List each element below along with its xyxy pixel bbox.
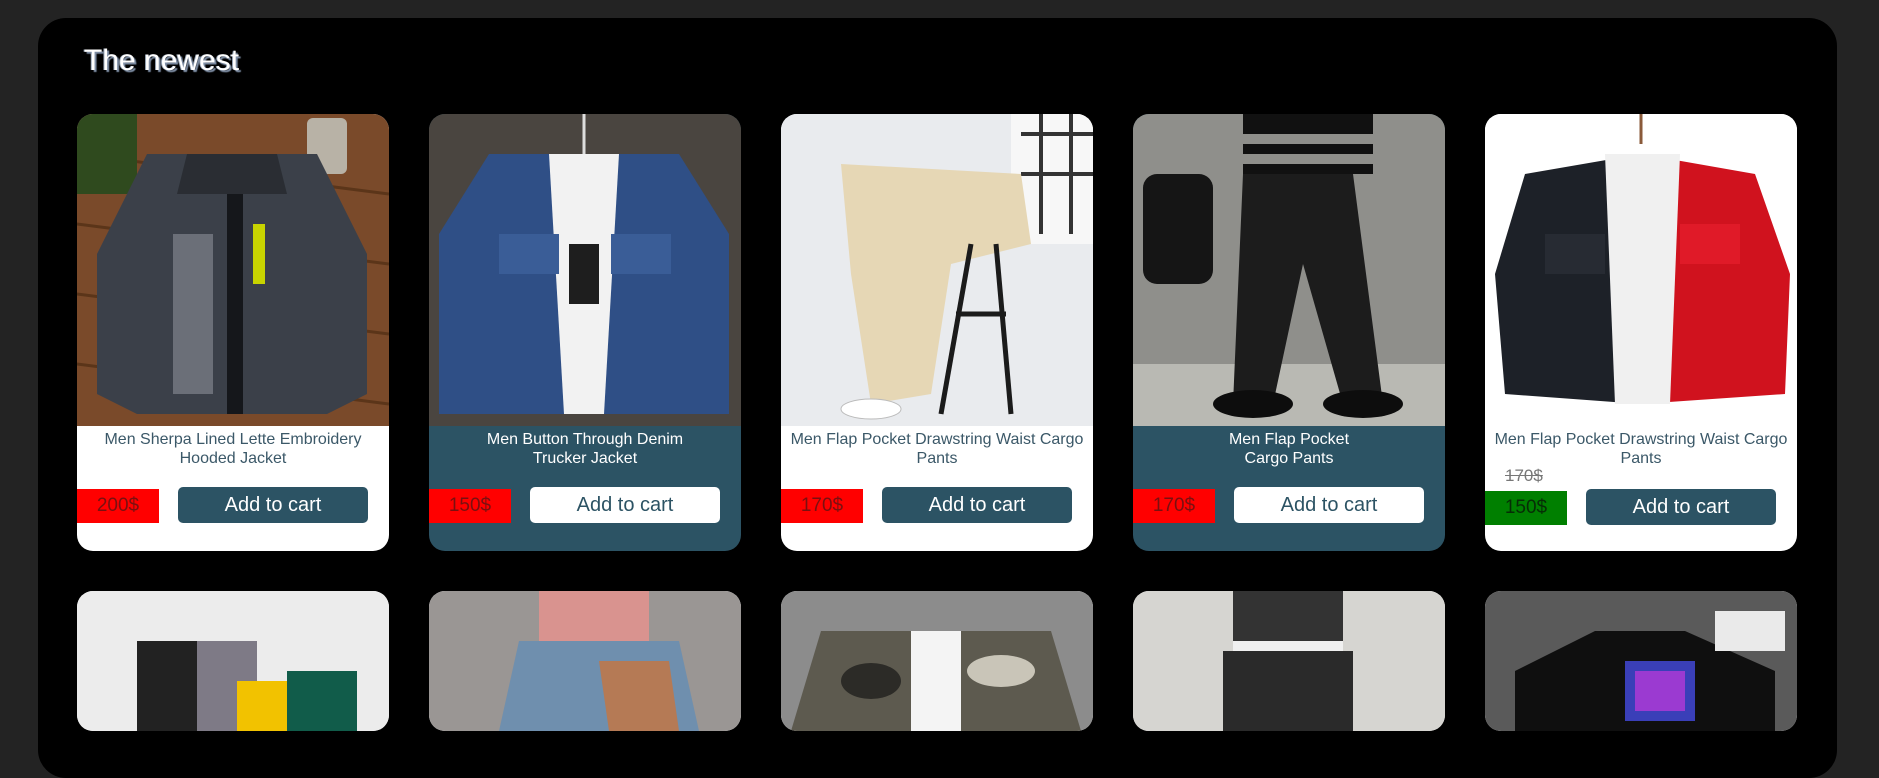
product-name-line: Pants — [916, 450, 958, 467]
product-name-line: Trucker Jacket — [532, 450, 638, 467]
product-name-line: Men Sherpa Lined Lette Embroidery — [104, 431, 362, 448]
black-cargo-pants-photo — [1133, 114, 1445, 426]
add-to-cart-button[interactable]: Add to cart — [1234, 487, 1424, 523]
product-name: Men Sherpa Lined Lette Embroidery Hooded… — [85, 430, 381, 468]
add-to-cart-button[interactable]: Add to cart — [882, 487, 1072, 523]
product-name-line: Men Flap Pocket — [1228, 431, 1350, 448]
product-name-line: Cargo Pants — [1244, 450, 1334, 467]
product-name: Men Flap Pocket Drawstring Waist Cargo P… — [789, 430, 1085, 468]
product-image[interactable] — [1133, 114, 1445, 426]
product-card[interactable]: Men Button Through Denim Trucker Jacket … — [429, 114, 741, 551]
price-badge: 150$ — [429, 489, 511, 523]
product-card[interactable] — [1485, 591, 1797, 731]
product-card[interactable] — [77, 591, 389, 731]
add-to-cart-button[interactable]: Add to cart — [530, 487, 720, 523]
product-name-line: Men Button Through Denim — [486, 431, 684, 448]
sale-price-badge: 150$ — [1485, 491, 1567, 525]
product-name: Men Button Through Denim Trucker Jacket — [437, 430, 733, 468]
product-card[interactable]: Men Flap Pocket Drawstring Waist Cargo P… — [1485, 114, 1797, 551]
camo-hoodie-photo — [781, 591, 1093, 731]
product-name-line: Hooded Jacket — [179, 450, 287, 467]
product-card[interactable]: Men Flap Pocket Drawstring Waist Cargo P… — [781, 114, 1093, 551]
product-card[interactable] — [1133, 591, 1445, 731]
product-image[interactable] — [1485, 114, 1797, 426]
add-to-cart-button[interactable]: Add to cart — [178, 487, 368, 523]
two-tone-jacket-photo — [1485, 114, 1797, 426]
product-image[interactable] — [429, 114, 741, 426]
patched-jeans-photo — [429, 591, 741, 731]
graphic-tshirt-photo — [1485, 591, 1797, 731]
product-image[interactable] — [781, 114, 1093, 426]
product-card[interactable] — [429, 591, 741, 731]
jacket-photo — [77, 114, 389, 426]
price-badge: 170$ — [781, 489, 863, 523]
product-name-line: Men Flap Pocket Drawstring Waist Cargo — [1494, 431, 1788, 448]
newest-panel: The newest Men Sherpa Lined Lette Embroi… — [38, 18, 1837, 778]
product-name: Men Flap Pocket Cargo Pants — [1141, 430, 1437, 468]
old-price: 170$ — [1505, 466, 1543, 485]
product-card[interactable]: Men Flap Pocket Cargo Pants 170$ Add to … — [1133, 114, 1445, 551]
colorblock-pants-photo — [77, 591, 389, 731]
product-card[interactable]: Men Sherpa Lined Lette Embroidery Hooded… — [77, 114, 389, 551]
product-name-line: Men Flap Pocket Drawstring Waist Cargo — [790, 431, 1084, 448]
product-name: Men Flap Pocket Drawstring Waist Cargo P… — [1493, 430, 1789, 468]
cargo-pants-photo — [781, 114, 1093, 426]
section-title: The newest — [84, 44, 240, 77]
add-to-cart-button[interactable]: Add to cart — [1586, 489, 1776, 525]
denim-jacket-photo — [429, 114, 741, 426]
price-badge: 170$ — [1133, 489, 1215, 523]
price-badge: 200$ — [77, 489, 159, 523]
cargo-pants-photo — [1133, 591, 1445, 731]
product-image[interactable] — [77, 114, 389, 426]
product-card[interactable] — [781, 591, 1093, 731]
